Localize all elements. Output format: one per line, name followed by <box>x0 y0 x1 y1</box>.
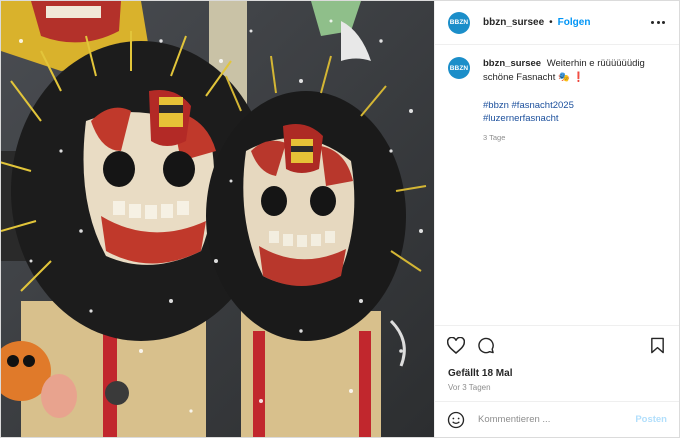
caption: BBZN bbzn_sursee Weiterhin e rüüüüüüdig … <box>448 57 669 145</box>
action-section: Gefällt 18 Mal Vor 3 Tagen <box>435 325 679 392</box>
hashtags: #bbzn #fasnacht2025 #luzernerfasnacht <box>483 99 669 125</box>
post-timestamp: Vor 3 Tagen <box>448 383 491 392</box>
exclamation-emoji: ❗ <box>572 72 585 83</box>
avatar[interactable]: BBZN <box>448 11 470 34</box>
post-sidebar: BBZN bbzn_sursee • Folgen BBZN bbzn_surs… <box>434 1 679 437</box>
post-photo[interactable] <box>1 1 434 437</box>
comment-icon[interactable] <box>477 337 495 354</box>
comment-bar: Posten <box>435 401 679 437</box>
action-icons <box>435 326 679 366</box>
more-icon[interactable] <box>651 15 665 29</box>
heart-icon[interactable] <box>447 337 465 354</box>
hashtag-link[interactable]: #bbzn #fasnacht2025 <box>483 99 669 112</box>
separator-dot: • <box>549 17 553 28</box>
caption-text-line: bbzn_sursee Weiterhin e rüüüüüüdig schön… <box>483 57 669 85</box>
post-comment-button[interactable]: Posten <box>635 414 667 425</box>
hashtag-link[interactable]: #luzernerfasnacht <box>483 112 669 125</box>
smiley-icon[interactable] <box>447 411 465 429</box>
mask-emoji: 🎭 <box>558 72 570 83</box>
caption-username-link[interactable]: bbzn_sursee <box>483 58 541 69</box>
likes-count[interactable]: Gefällt 18 Mal <box>448 368 512 379</box>
username-link[interactable]: bbzn_sursee <box>483 17 544 28</box>
instagram-post: BBZN bbzn_sursee • Folgen BBZN bbzn_surs… <box>0 0 680 438</box>
caption-body: bbzn_sursee Weiterhin e rüüüüüüdig schön… <box>483 57 669 145</box>
post-header: BBZN bbzn_sursee • Folgen <box>435 1 679 45</box>
caption-age: 3 Tage <box>483 133 506 142</box>
caption-avatar[interactable]: BBZN <box>448 57 470 79</box>
fasnacht-mask-photo <box>1 1 434 437</box>
bookmark-icon[interactable] <box>650 337 665 354</box>
comment-input[interactable] <box>476 413 620 426</box>
follow-button[interactable]: Folgen <box>558 17 591 28</box>
